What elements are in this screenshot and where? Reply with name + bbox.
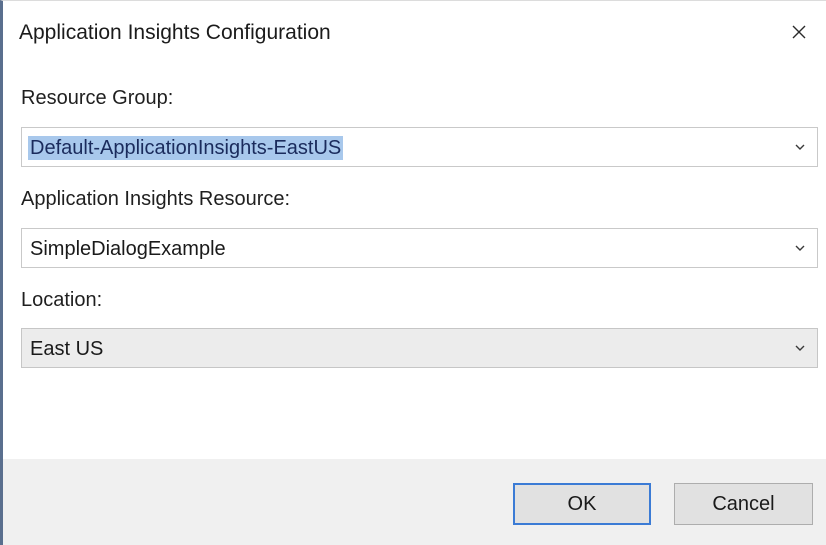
ai-resource-dropdown[interactable]: SimpleDialogExample <box>21 228 818 268</box>
location-label: Location: <box>21 289 103 311</box>
resource-group-label: Resource Group: <box>21 87 174 109</box>
dialog-window: Application Insights Configuration Resou… <box>0 0 826 545</box>
location-dropdown[interactable]: East US <box>21 328 818 368</box>
close-button[interactable] <box>782 15 816 49</box>
ai-resource-label: Application Insights Resource: <box>21 188 291 210</box>
ok-button[interactable]: OK <box>513 483 651 525</box>
title-bar: Application Insights Configuration <box>3 1 826 65</box>
ai-resource-value: SimpleDialogExample <box>30 238 226 260</box>
chevron-down-icon <box>795 245 805 251</box>
resource-group-value: Default-ApplicationInsights-EastUS <box>28 136 344 160</box>
dialog-title: Application Insights Configuration <box>19 21 331 44</box>
cancel-button[interactable]: Cancel <box>674 483 813 525</box>
chevron-down-icon <box>795 144 805 150</box>
location-value: East US <box>30 338 104 360</box>
resource-group-dropdown[interactable]: Default-ApplicationInsights-EastUS <box>21 127 818 167</box>
close-icon <box>792 25 806 39</box>
chevron-down-icon <box>795 345 805 351</box>
